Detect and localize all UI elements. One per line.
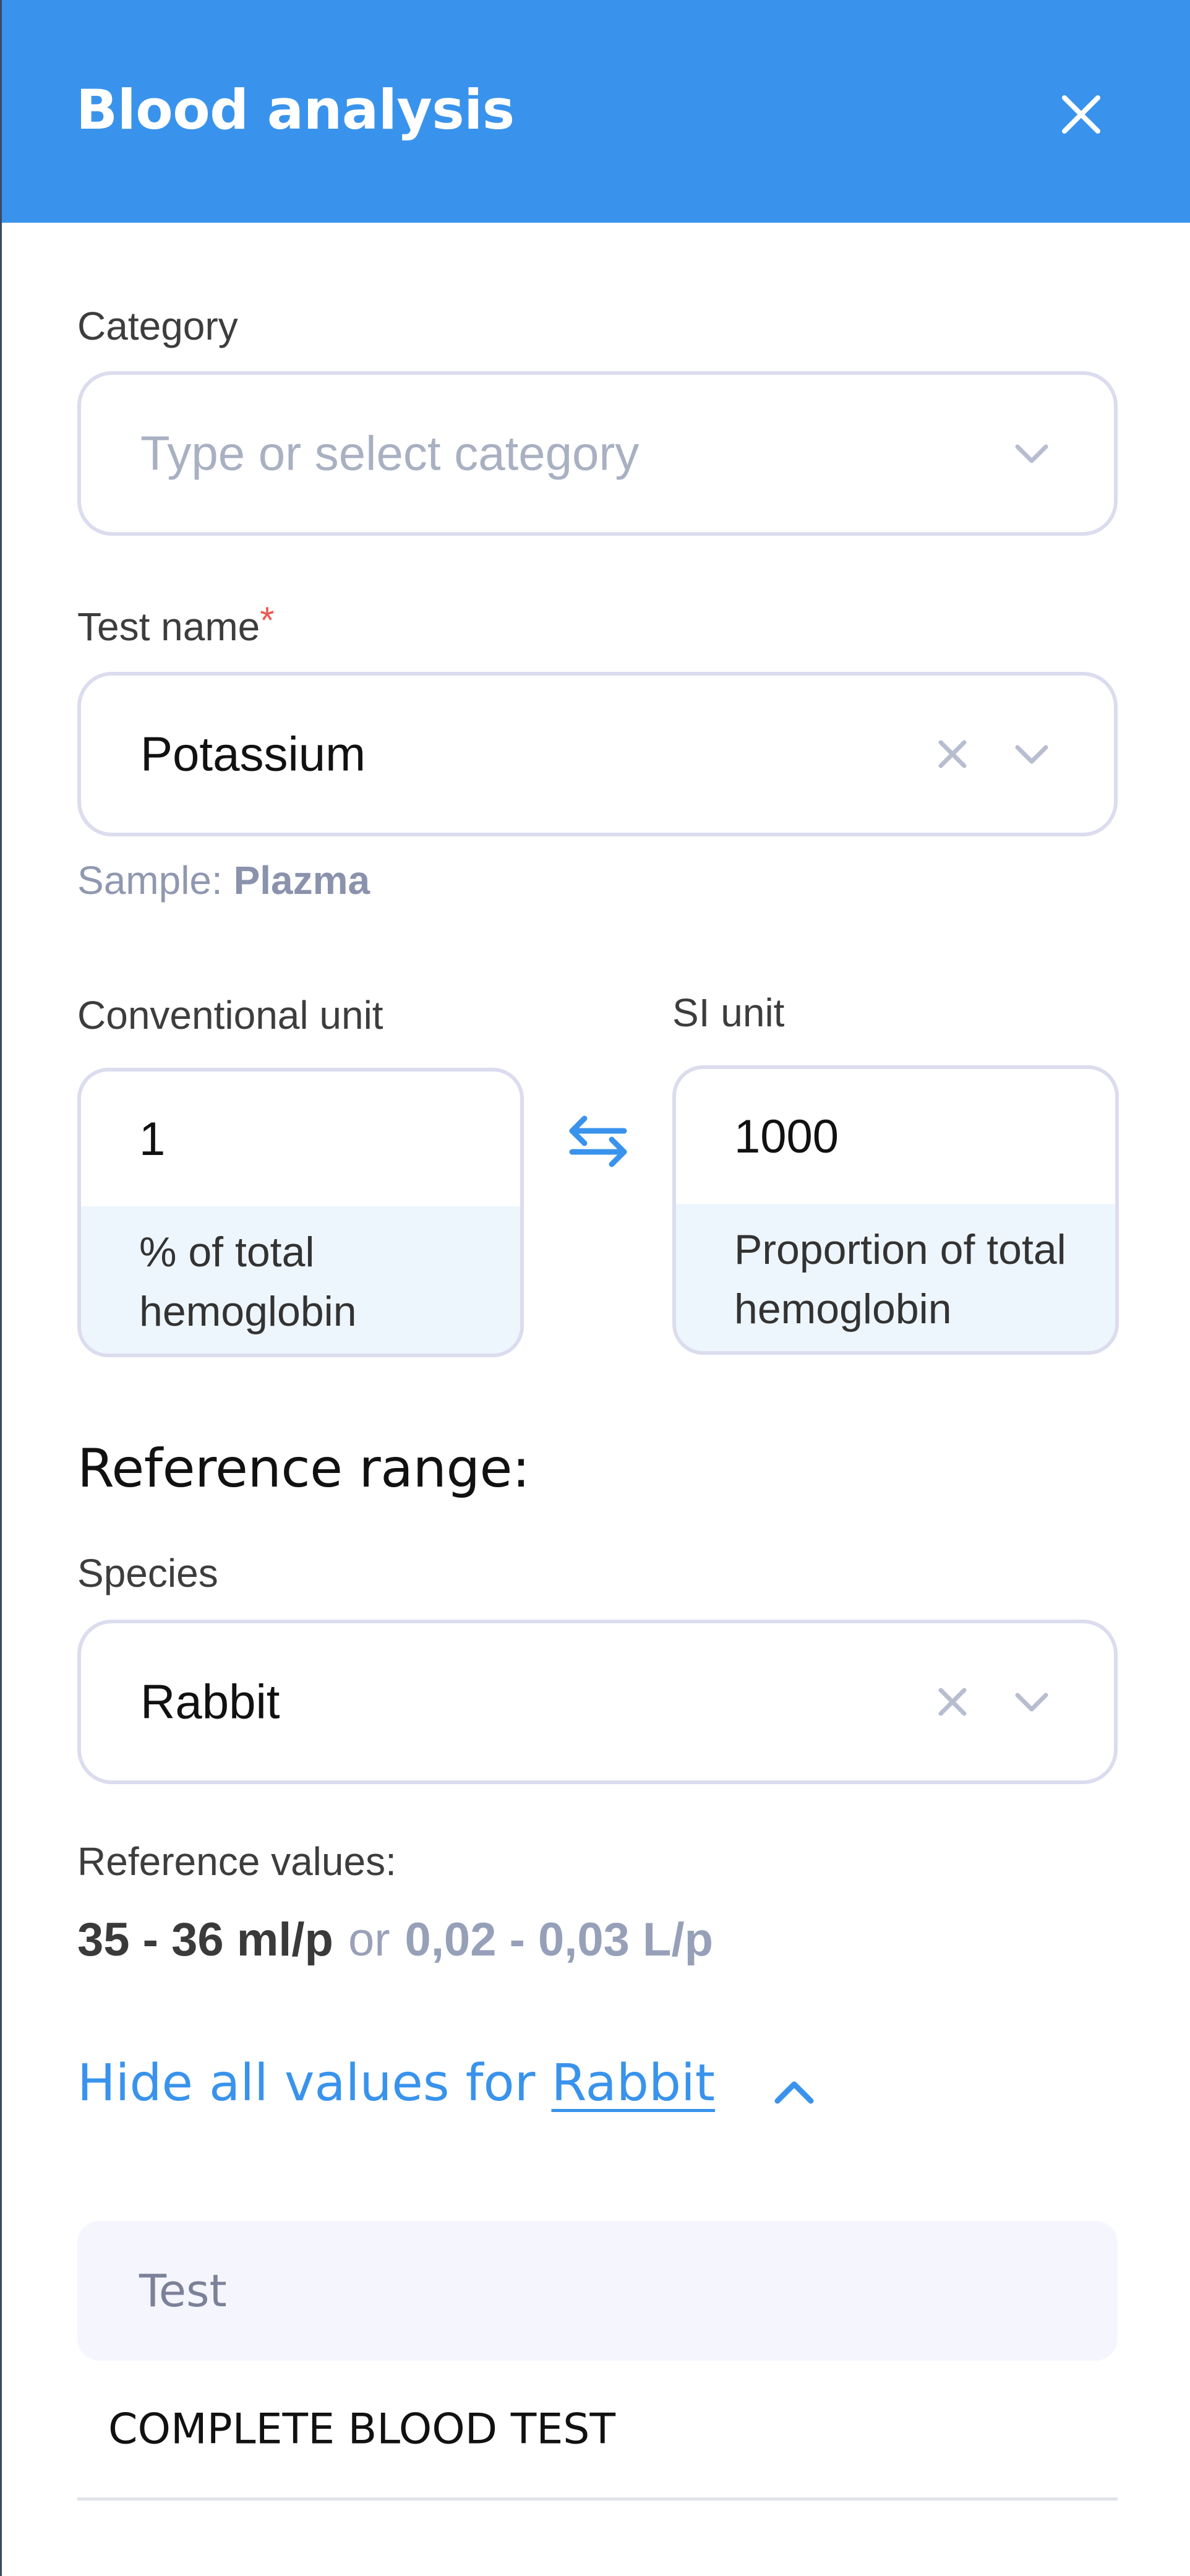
sample-prefix: Sample: (77, 858, 223, 903)
si-unit-label: SI unit (672, 990, 785, 1035)
reference-range-title: Reference range: (77, 1438, 530, 1500)
sample-value: Plazma (233, 858, 370, 903)
test-name-label: Test name* (77, 599, 275, 650)
chevron-down-icon[interactable] (1009, 431, 1055, 476)
category-select[interactable]: Type or select category (77, 371, 1118, 536)
panel-header: Blood analysis (2, 0, 1190, 223)
reference-table: Test COMPLETE BLOOD TEST (77, 2221, 1118, 2501)
species-label: Species (77, 1551, 218, 1595)
blood-analysis-panel: Blood analysis Category Type or select c… (0, 0, 1190, 2576)
species-value: Rabbit (140, 1674, 280, 1729)
test-name-value: Potassium (140, 726, 366, 781)
sample-info: Sample: Plazma (77, 857, 370, 903)
close-icon (1062, 95, 1100, 134)
reference-si-range: 0,02 - 0,03 L/p (405, 1913, 713, 1966)
close-button[interactable] (1053, 87, 1109, 142)
conventional-unit-value[interactable]: 1 (139, 1112, 165, 1166)
category-placeholder: Type or select category (140, 426, 640, 481)
required-asterisk: * (260, 599, 275, 641)
reference-or-text: or (348, 1913, 390, 1966)
conventional-unit-caption-area: % of total hemoglobin (81, 1206, 520, 1354)
reference-values: 35 - 36 ml/p or 0,02 - 0,03 L/p (77, 1913, 713, 1967)
chevron-down-icon[interactable] (1009, 731, 1055, 777)
table-header-test: Test (139, 2265, 227, 2317)
hide-values-toggle[interactable]: Hide all values for Rabbit (77, 2054, 715, 2113)
test-name-label-text: Test name (77, 604, 260, 649)
test-name-select[interactable]: Potassium (77, 672, 1118, 836)
chevron-up-icon[interactable] (769, 2066, 820, 2117)
si-unit-value[interactable]: 1000 (734, 1110, 839, 1164)
si-unit-input[interactable]: 1000 Proportion of total hemoglobin (672, 1065, 1119, 1355)
swap-arrows-icon[interactable] (566, 1114, 630, 1169)
table-cell-test: COMPLETE BLOOD TEST (108, 2405, 615, 2454)
panel-title: Blood analysis (76, 78, 515, 142)
si-unit-name: Proportion of total hemoglobin (734, 1226, 1066, 1333)
conventional-unit-label: Conventional unit (77, 993, 383, 1037)
toggle-prefix: Hide all values for (77, 2054, 536, 2113)
si-unit-caption-area: Proportion of total hemoglobin (676, 1204, 1115, 1351)
reference-conventional-range: 35 - 36 ml/p (77, 1913, 333, 1966)
toggle-species-link[interactable]: Rabbit (551, 2054, 714, 2113)
table-row[interactable]: COMPLETE BLOOD TEST (77, 2361, 1118, 2501)
reference-values-label: Reference values: (77, 1839, 396, 1884)
clear-icon[interactable] (932, 1681, 973, 1722)
chevron-down-icon[interactable] (1009, 1679, 1055, 1725)
clear-icon[interactable] (932, 734, 973, 775)
category-label: Category (77, 304, 238, 348)
conventional-unit-name: % of total hemoglobin (139, 1229, 357, 1335)
species-select[interactable]: Rabbit (77, 1620, 1118, 1784)
conventional-unit-input[interactable]: 1 % of total hemoglobin (77, 1068, 524, 1357)
table-header: Test (77, 2221, 1118, 2361)
